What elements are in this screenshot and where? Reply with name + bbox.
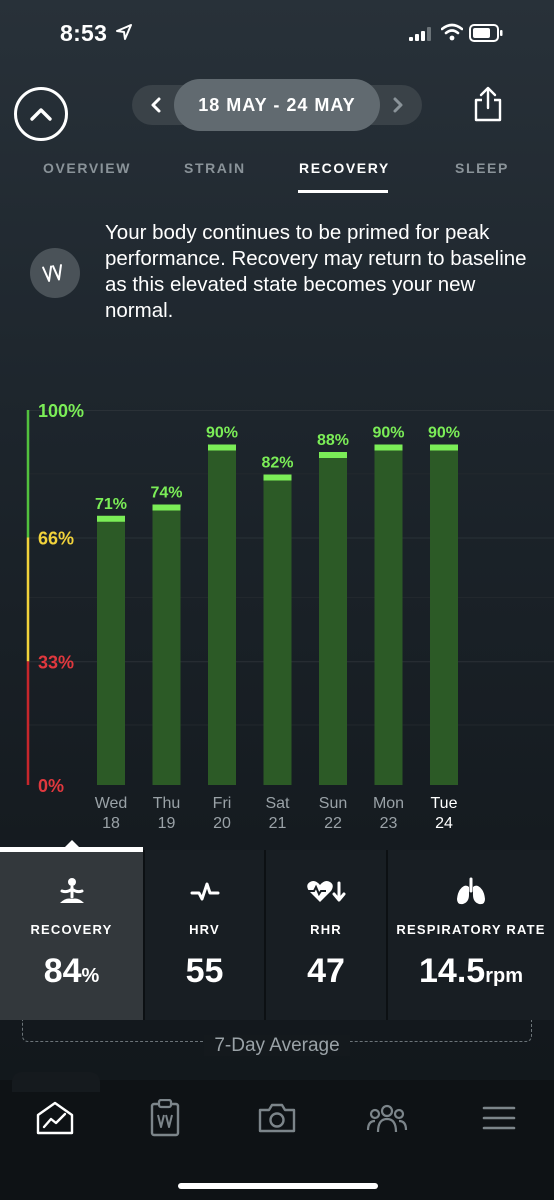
active-tab-indicator	[298, 190, 388, 193]
chevron-right-icon	[393, 97, 403, 113]
recovery-bar	[263, 477, 292, 785]
tab-recovery[interactable]: RECOVERY	[299, 160, 390, 176]
bar-value-label: 90%	[372, 425, 404, 442]
camera-icon	[258, 1103, 296, 1133]
collapse-button[interactable]	[14, 87, 68, 141]
metric-value: 84%	[43, 952, 100, 990]
bar-value-label: 71%	[95, 496, 127, 513]
recovery-bar-chart: 100% 66% 33% 0% 71% Wed 18 74% Thu 19 90% Fri 20 82% S…	[0, 395, 554, 840]
metric-rhr[interactable]: RHR 47	[266, 850, 388, 1020]
share-icon[interactable]	[472, 86, 504, 122]
recovery-bar-cap	[319, 452, 347, 458]
recovery-bar	[208, 447, 236, 785]
x-day-number-label: 22	[324, 815, 342, 832]
bar-value-label: 74%	[150, 485, 182, 502]
chevron-up-icon	[30, 108, 52, 121]
x-day-name-label: Thu	[153, 795, 181, 812]
nav-community[interactable]	[365, 1096, 409, 1140]
wifi-icon	[441, 23, 463, 41]
meditation-icon	[0, 876, 143, 908]
x-day-name-label: Sun	[319, 795, 347, 812]
status-time: 8:53	[60, 20, 108, 46]
recovery-bar-cap	[263, 474, 292, 481]
menu-icon	[482, 1106, 516, 1130]
y-tick-label: 0%	[38, 776, 64, 796]
metric-value: 55	[185, 952, 224, 990]
x-day-number-label: 23	[380, 815, 398, 832]
clipboard-icon	[150, 1099, 180, 1137]
average-label: 7-Day Average	[0, 1035, 554, 1057]
bar-value-label: 90%	[206, 425, 238, 442]
metric-value: 47	[307, 952, 345, 990]
bar-value-label: 90%	[428, 425, 460, 442]
recovery-bar-cap	[374, 444, 403, 451]
active-nav-tab	[12, 1072, 100, 1092]
x-day-number-label: 18	[102, 815, 120, 832]
x-day-name-label: Wed	[95, 795, 128, 812]
status-bar: 8:53	[0, 0, 554, 68]
tab-strain[interactable]: STRAIN	[184, 160, 246, 176]
metric-label: HRV	[189, 922, 220, 937]
metric-label: RESPIRATORY RATE	[396, 922, 546, 937]
y-tick-label: 66%	[38, 529, 74, 549]
tab-overview[interactable]: OVERVIEW	[43, 160, 131, 176]
metric-value: 14.5rpm	[419, 952, 523, 990]
recovery-bar	[430, 447, 458, 785]
lungs-icon	[388, 876, 554, 908]
recovery-bar	[97, 518, 125, 785]
x-day-number-label: 19	[158, 815, 176, 832]
metric-hrv[interactable]: HRV 55	[145, 850, 266, 1020]
location-arrow-icon	[116, 24, 132, 40]
date-range-label[interactable]: 18 MAY - 24 MAY	[174, 79, 380, 131]
chevron-left-icon	[151, 97, 161, 113]
pulse-icon	[145, 876, 264, 908]
section-tabs: OVERVIEW STRAIN RECOVERY SLEEP	[0, 156, 554, 196]
x-day-name-label: Sat	[265, 795, 290, 812]
active-metric-notch	[64, 840, 80, 848]
recovery-bar	[374, 447, 403, 785]
metric-label: RHR	[310, 922, 342, 937]
recovery-bar-cap	[430, 444, 458, 451]
next-week-button[interactable]	[378, 85, 418, 125]
recovery-bar	[152, 507, 181, 785]
tab-sleep[interactable]: SLEEP	[455, 160, 509, 176]
recovery-bar	[319, 455, 347, 785]
recovery-bar-cap	[208, 444, 236, 451]
y-tick-label: 33%	[38, 652, 74, 672]
whoop-logo-icon	[30, 248, 80, 298]
x-day-number-label: 24	[435, 815, 453, 832]
battery-icon	[469, 24, 503, 42]
metric-label: RECOVERY	[30, 922, 113, 937]
recovery-bar-cap	[97, 515, 125, 522]
home-indicator	[178, 1183, 378, 1189]
x-day-name-label: Tue	[431, 795, 458, 812]
recovery-bar-cap	[152, 504, 181, 511]
nav-journal[interactable]	[143, 1096, 187, 1140]
home-chart-icon	[36, 1101, 74, 1135]
previous-week-button[interactable]	[136, 85, 176, 125]
x-day-name-label: Mon	[373, 795, 404, 812]
cellular-signal-icon	[409, 27, 431, 41]
x-day-number-label: 20	[213, 815, 231, 832]
nav-home[interactable]	[33, 1096, 77, 1140]
x-day-name-label: Fri	[213, 795, 232, 812]
nav-menu[interactable]	[477, 1096, 521, 1140]
bar-value-label: 82%	[261, 455, 293, 472]
metrics-row: RECOVERY 84% HRV 55 RHR 47 RESPIRATORY R…	[0, 840, 554, 1020]
recovery-chart-svg: 100% 66% 33% 0% 71% Wed 18 74% Thu 19 90% Fri 20 82% S…	[26, 401, 554, 832]
nav-camera[interactable]	[255, 1096, 299, 1140]
recovery-insight-text: Your body continues to be primed for pea…	[105, 221, 527, 322]
metric-respiratory-rate[interactable]: RESPIRATORY RATE 14.5rpm	[388, 850, 554, 1020]
y-tick-label: 100%	[38, 401, 84, 421]
date-range-navigator: 18 MAY - 24 MAY	[132, 79, 422, 131]
metric-recovery[interactable]: RECOVERY 84%	[0, 850, 145, 1020]
heart-down-icon	[266, 876, 386, 908]
people-icon	[366, 1104, 408, 1133]
x-day-number-label: 21	[269, 815, 287, 832]
bar-value-label: 88%	[317, 432, 349, 449]
bottom-navigation	[0, 1072, 554, 1200]
